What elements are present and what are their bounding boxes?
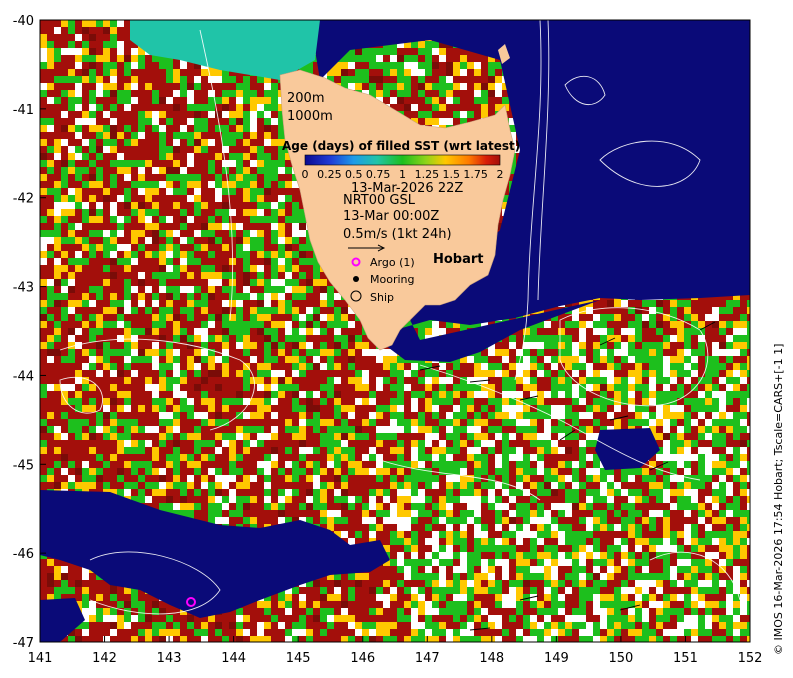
y-tick-label: -47 <box>13 636 34 651</box>
y-tick-label: -43 <box>13 281 34 296</box>
mooring-legend-symbol <box>353 276 359 282</box>
x-tick-label: 144 <box>221 651 246 666</box>
x-axis-tick-labels: 141 142 143 144 145 146 147 148 149 150 151 152 <box>28 651 763 666</box>
x-tick-label: 150 <box>608 651 633 666</box>
colorbar-tick-label: 1.75 <box>463 168 488 181</box>
mooring-legend-label: Mooring <box>370 273 414 286</box>
colorbar-tick-label: 1.25 <box>415 168 440 181</box>
x-tick-label: 147 <box>415 651 440 666</box>
x-tick-label: 145 <box>286 651 311 666</box>
y-axis-tick-labels: -40 -41 -42 -43 -44 -45 -46 -47 <box>13 14 34 651</box>
x-tick-label: 149 <box>544 651 569 666</box>
colorbar-tick-label: 1 <box>399 168 406 181</box>
x-tick-label: 143 <box>157 651 182 666</box>
y-tick-label: -41 <box>13 103 34 118</box>
colorbar-tick-labels: 0 0.25 0.5 0.75 1 1.25 1.5 1.75 2 <box>302 168 504 181</box>
colorbar-tick-label: 0.25 <box>317 168 342 181</box>
colorbar-tick-label: 0.5 <box>345 168 363 181</box>
legend-scale: 0.5m/s (1kt 24h) <box>343 227 452 242</box>
x-tick-label: 151 <box>673 651 698 666</box>
x-tick-label: 142 <box>92 651 117 666</box>
colorbar-tick-label: 1.5 <box>443 168 461 181</box>
isobath-label-200m: 200m <box>287 91 324 106</box>
argo-legend-label: Argo (1) <box>370 256 415 269</box>
credit-text: © IMOS 16-Mar-2026 17:54 Hobart; Tscale=… <box>772 343 785 655</box>
y-tick-label: -42 <box>13 192 34 207</box>
sst-age-map: Age (days) of filled SST (wrt latest) 00… <box>13 14 763 666</box>
x-tick-label: 148 <box>479 651 504 666</box>
colorbar-tick-label: 0.75 <box>366 168 391 181</box>
legend-product: NRT00 GSL <box>343 193 416 208</box>
x-tick-label: 152 <box>738 651 763 666</box>
legend-time: 13-Mar 00:00Z <box>343 209 439 224</box>
place-label-hobart: Hobart <box>433 252 484 267</box>
colorbar-tick-label: 0 <box>302 168 309 181</box>
isobath-label-1000m: 1000m <box>287 109 333 124</box>
y-tick-label: -45 <box>13 458 34 473</box>
ship-legend-label: Ship <box>370 291 394 304</box>
colorbar-title: Age (days) of filled SST (wrt latest) <box>282 139 520 153</box>
colorbar-tick-label: 2 <box>497 168 504 181</box>
colorbar <box>304 154 501 166</box>
x-tick-label: 141 <box>28 651 53 666</box>
x-tick-label: 146 <box>350 651 375 666</box>
y-tick-label: -44 <box>13 369 34 384</box>
y-tick-label: -46 <box>13 547 34 562</box>
y-tick-label: -40 <box>13 14 34 29</box>
